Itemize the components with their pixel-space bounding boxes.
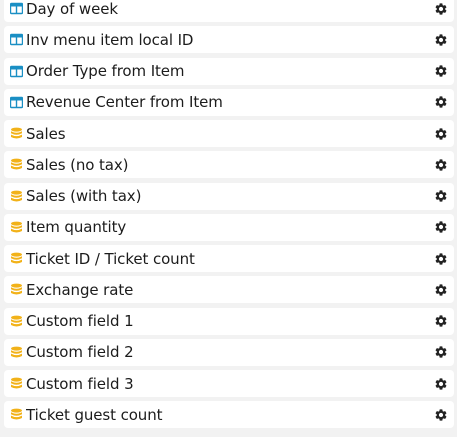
database-icon xyxy=(10,221,23,234)
gear-icon[interactable] xyxy=(434,33,448,47)
gear-icon[interactable] xyxy=(434,95,448,109)
table-icon xyxy=(10,2,23,15)
field-row[interactable]: Sales (no tax) xyxy=(4,151,454,179)
field-label: Custom field 3 xyxy=(26,374,134,393)
field-label: Exchange rate xyxy=(26,280,134,299)
field-label: Sales xyxy=(26,124,66,143)
field-row[interactable]: Custom field 1 xyxy=(4,307,454,335)
field-label: Revenue Center from Item xyxy=(26,93,223,112)
gear-icon[interactable] xyxy=(434,252,448,266)
gear-icon[interactable] xyxy=(434,220,448,234)
gear-icon[interactable] xyxy=(434,283,448,297)
field-row[interactable]: Sales xyxy=(4,120,454,147)
field-row[interactable]: Ticket guest count xyxy=(4,401,454,429)
database-icon xyxy=(10,346,23,359)
field-label: Ticket guest count xyxy=(26,405,163,424)
table-icon xyxy=(10,65,23,78)
field-row[interactable]: Order Type from Item xyxy=(4,57,454,85)
field-row[interactable]: Exchange rate xyxy=(4,276,454,304)
database-icon xyxy=(10,408,23,421)
database-icon xyxy=(10,158,23,171)
database-icon xyxy=(10,252,23,265)
database-icon xyxy=(10,283,23,296)
field-row[interactable]: Day of week xyxy=(4,0,454,22)
database-icon xyxy=(10,377,23,390)
field-row[interactable]: Custom field 3 xyxy=(4,370,454,397)
field-row[interactable]: Sales (with tax) xyxy=(4,182,454,210)
field-label: Sales (with tax) xyxy=(26,187,142,205)
field-label: Sales (no tax) xyxy=(26,155,129,174)
field-row[interactable]: Ticket ID / Ticket count xyxy=(4,245,454,272)
gear-icon[interactable] xyxy=(434,314,448,328)
database-icon xyxy=(10,127,23,140)
table-icon xyxy=(10,96,23,109)
field-label: Order Type from Item xyxy=(26,62,185,80)
field-label: Custom field 2 xyxy=(26,343,134,362)
field-label: Custom field 1 xyxy=(26,312,134,330)
gear-icon[interactable] xyxy=(434,64,448,78)
field-row[interactable]: Revenue Center from Item xyxy=(4,88,454,116)
gear-icon[interactable] xyxy=(434,158,448,172)
gear-icon[interactable] xyxy=(434,189,448,203)
database-icon xyxy=(10,190,23,203)
field-row[interactable]: Inv menu item local ID xyxy=(4,26,454,54)
field-row[interactable]: Custom field 2 xyxy=(4,338,454,366)
gear-icon[interactable] xyxy=(434,377,448,391)
gear-icon[interactable] xyxy=(434,345,448,359)
field-label: Ticket ID / Ticket count xyxy=(26,249,195,268)
field-label: Inv menu item local ID xyxy=(26,30,194,49)
database-icon xyxy=(10,315,23,328)
field-label: Item quantity xyxy=(26,218,127,237)
table-icon xyxy=(10,33,23,46)
field-row[interactable]: Item quantity xyxy=(4,213,454,241)
gear-icon[interactable] xyxy=(434,408,448,422)
field-list: Day of week Inv menu item local ID Order… xyxy=(4,0,454,433)
gear-icon[interactable] xyxy=(434,127,448,141)
gear-icon[interactable] xyxy=(434,2,448,16)
field-label: Day of week xyxy=(26,0,118,18)
